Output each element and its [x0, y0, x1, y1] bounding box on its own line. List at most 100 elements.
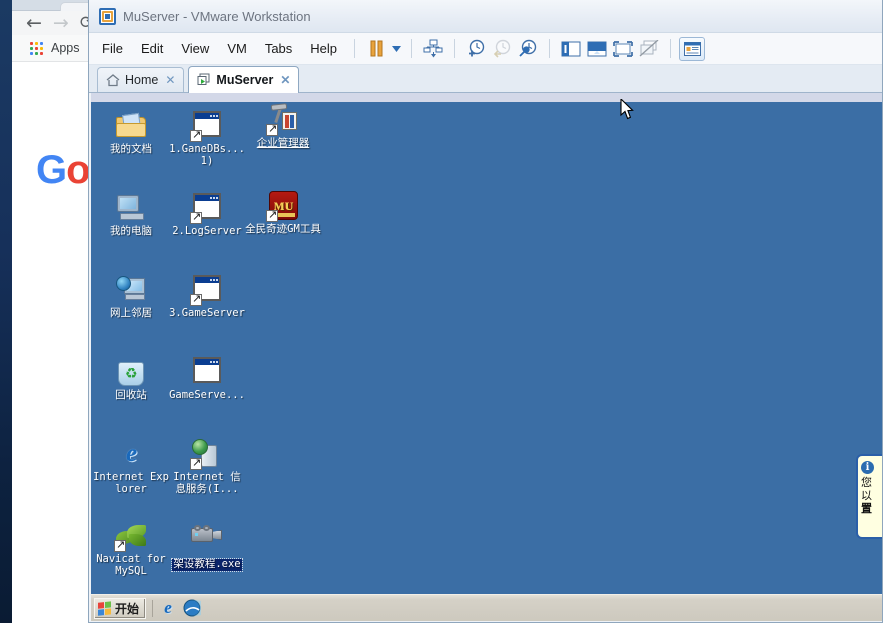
desktop-icon-navicat[interactable]: Navicat for MySQL — [93, 520, 169, 577]
window-title: MuServer - VMware Workstation — [123, 8, 311, 24]
manage-snapshot-button[interactable] — [420, 37, 446, 61]
unity-mode-button — [636, 37, 662, 61]
show-library-button[interactable] — [558, 37, 584, 61]
vmware-logo-icon — [99, 7, 116, 25]
start-button[interactable]: 开始 — [94, 597, 147, 619]
icon-label: 我的文档 — [110, 143, 152, 155]
menu-tabs[interactable]: Tabs — [256, 37, 301, 60]
forward-icon: → — [52, 11, 69, 34]
start-button-label: 开始 — [115, 601, 140, 616]
menu-edit[interactable]: Edit — [132, 37, 172, 60]
icon-label: 3.GameServer — [169, 307, 245, 319]
shortcut-overlay-icon — [114, 538, 126, 552]
icon-label: Internet 信息服务(I... — [173, 471, 241, 495]
mouse-cursor — [620, 97, 634, 120]
vm-running-icon — [197, 73, 211, 87]
desktop-icon-network-places[interactable]: 网上邻居 — [93, 274, 169, 320]
desktop-icon-tutorial-exe[interactable]: 架设教程.exe — [169, 520, 245, 572]
icon-label: 架设教程.exe — [171, 558, 243, 572]
camcorder-video-icon — [190, 520, 224, 552]
icon-label: 企业管理器 — [256, 137, 310, 149]
iis-manager-icon — [190, 438, 224, 470]
tab-muserver-label: MuServer — [216, 73, 274, 87]
toolbar-separator — [354, 39, 356, 58]
snapshot-manager-button[interactable] — [515, 37, 541, 61]
shortcut-overlay-icon — [190, 128, 202, 142]
recycle-bin-icon: ♻ — [114, 356, 148, 388]
icon-label: 全民奇迹GM工具 — [245, 223, 321, 235]
bookmark-apps-label[interactable]: Apps — [51, 41, 80, 55]
internet-explorer-icon: e — [125, 440, 138, 467]
shortcut-overlay-icon — [266, 122, 278, 136]
folder-documents-icon — [114, 110, 148, 142]
toolbar-separator — [411, 39, 413, 58]
full-screen-button[interactable] — [610, 37, 636, 61]
desktop-icon-iis[interactable]: Internet 信息服务(I... — [169, 438, 245, 495]
desktop-left-edge — [0, 0, 12, 623]
balloon-text-line: 以 — [861, 489, 872, 502]
navicat-icon — [114, 520, 148, 552]
app-window-icon — [190, 274, 224, 306]
back-icon[interactable]: ← — [26, 13, 42, 33]
screenshot-root: ← → ⟳ Apps Google MuServer - VMware Wor — [0, 0, 883, 623]
console-top-strip — [91, 93, 882, 102]
icon-label: 回收站 — [115, 389, 147, 401]
balloon-text-line: 您 — [861, 476, 872, 489]
show-thumbnails-button[interactable] — [584, 37, 610, 61]
app-window-icon — [190, 192, 224, 224]
desktop-icon-my-computer[interactable]: 我的电脑 — [93, 192, 169, 238]
quicklaunch-internet-explorer[interactable]: e — [159, 599, 177, 617]
icon-label: 我的电脑 — [110, 225, 152, 237]
home-icon — [106, 73, 120, 87]
menu-vm[interactable]: VM — [218, 37, 256, 60]
menubar-toolbar: File Edit View VM Tabs Help — [89, 33, 882, 65]
icon-label: 网上邻居 — [110, 307, 152, 319]
window-titlebar[interactable]: MuServer - VMware Workstation — [89, 0, 882, 33]
icon-label: 1.GaneDBs... 1) — [169, 143, 245, 167]
desktop-icon-gameserver-3[interactable]: 3.GameServer — [169, 274, 245, 320]
enterprise-manager-icon — [266, 103, 300, 136]
icon-label: GameServe... — [169, 389, 245, 401]
desktop-icon-gameserver[interactable]: GameServe... — [169, 356, 245, 402]
take-snapshot-button[interactable] — [463, 37, 489, 61]
shortcut-overlay-icon — [266, 208, 278, 222]
close-icon[interactable]: ✕ — [278, 73, 290, 87]
desktop-icon-enterprise-manager[interactable]: 企业管理器 — [245, 103, 321, 150]
network-places-icon — [114, 274, 148, 306]
shortcut-overlay-icon — [190, 210, 202, 224]
shortcut-overlay-icon — [190, 456, 202, 470]
desktop-icon-recycle-bin[interactable]: ♻ 回收站 — [93, 356, 169, 402]
quicklaunch-separator — [152, 599, 154, 617]
toolbar-separator — [670, 39, 672, 58]
windows-flag-icon — [98, 600, 112, 616]
vmware-workstation-window: MuServer - VMware Workstation File Edit … — [88, 0, 883, 623]
notification-balloon[interactable]: i 您 以 置 — [856, 454, 882, 539]
menu-file[interactable]: File — [93, 37, 132, 60]
shortcut-overlay-icon — [190, 292, 202, 306]
icon-label: 2.LogServer — [172, 225, 242, 237]
toolbar-separator — [454, 39, 456, 58]
power-options-dropdown[interactable] — [389, 37, 403, 61]
quicklaunch-show-desktop[interactable] — [183, 599, 212, 617]
mu-gm-tool-icon: ᴍᴜ — [266, 190, 300, 222]
close-icon[interactable]: ✕ — [163, 73, 175, 87]
app-window-icon — [190, 110, 224, 142]
info-icon: i — [861, 461, 874, 474]
guest-desktop[interactable]: 我的文档 1.GaneDBs... 1) 企业管理器 — [91, 102, 882, 594]
desktop-icon-logserver[interactable]: 2.LogServer — [169, 192, 245, 238]
toolbar-separator — [549, 39, 551, 58]
suspend-button[interactable] — [363, 37, 389, 61]
apps-grid-icon[interactable] — [30, 41, 43, 55]
tab-muserver[interactable]: MuServer ✕ — [188, 66, 300, 93]
desktop-icon-mu-gm-tool[interactable]: ᴍᴜ 全民奇迹GM工具 — [245, 190, 321, 236]
icon-label: Navicat for MySQL — [96, 553, 166, 577]
balloon-text-line: 置 — [861, 502, 872, 515]
desktop-icon-internet-explorer[interactable]: e Internet Explorer — [93, 438, 169, 495]
tab-home[interactable]: Home ✕ — [97, 67, 185, 92]
desktop-icon-gamedbs[interactable]: 1.GaneDBs... 1) — [169, 110, 245, 167]
menu-help[interactable]: Help — [301, 37, 346, 60]
desktop-icon-my-documents[interactable]: 我的文档 — [93, 110, 169, 156]
preferences-button[interactable] — [679, 36, 706, 61]
vm-console[interactable]: 我的文档 1.GaneDBs... 1) 企业管理器 — [91, 93, 882, 621]
menu-view[interactable]: View — [172, 37, 218, 60]
